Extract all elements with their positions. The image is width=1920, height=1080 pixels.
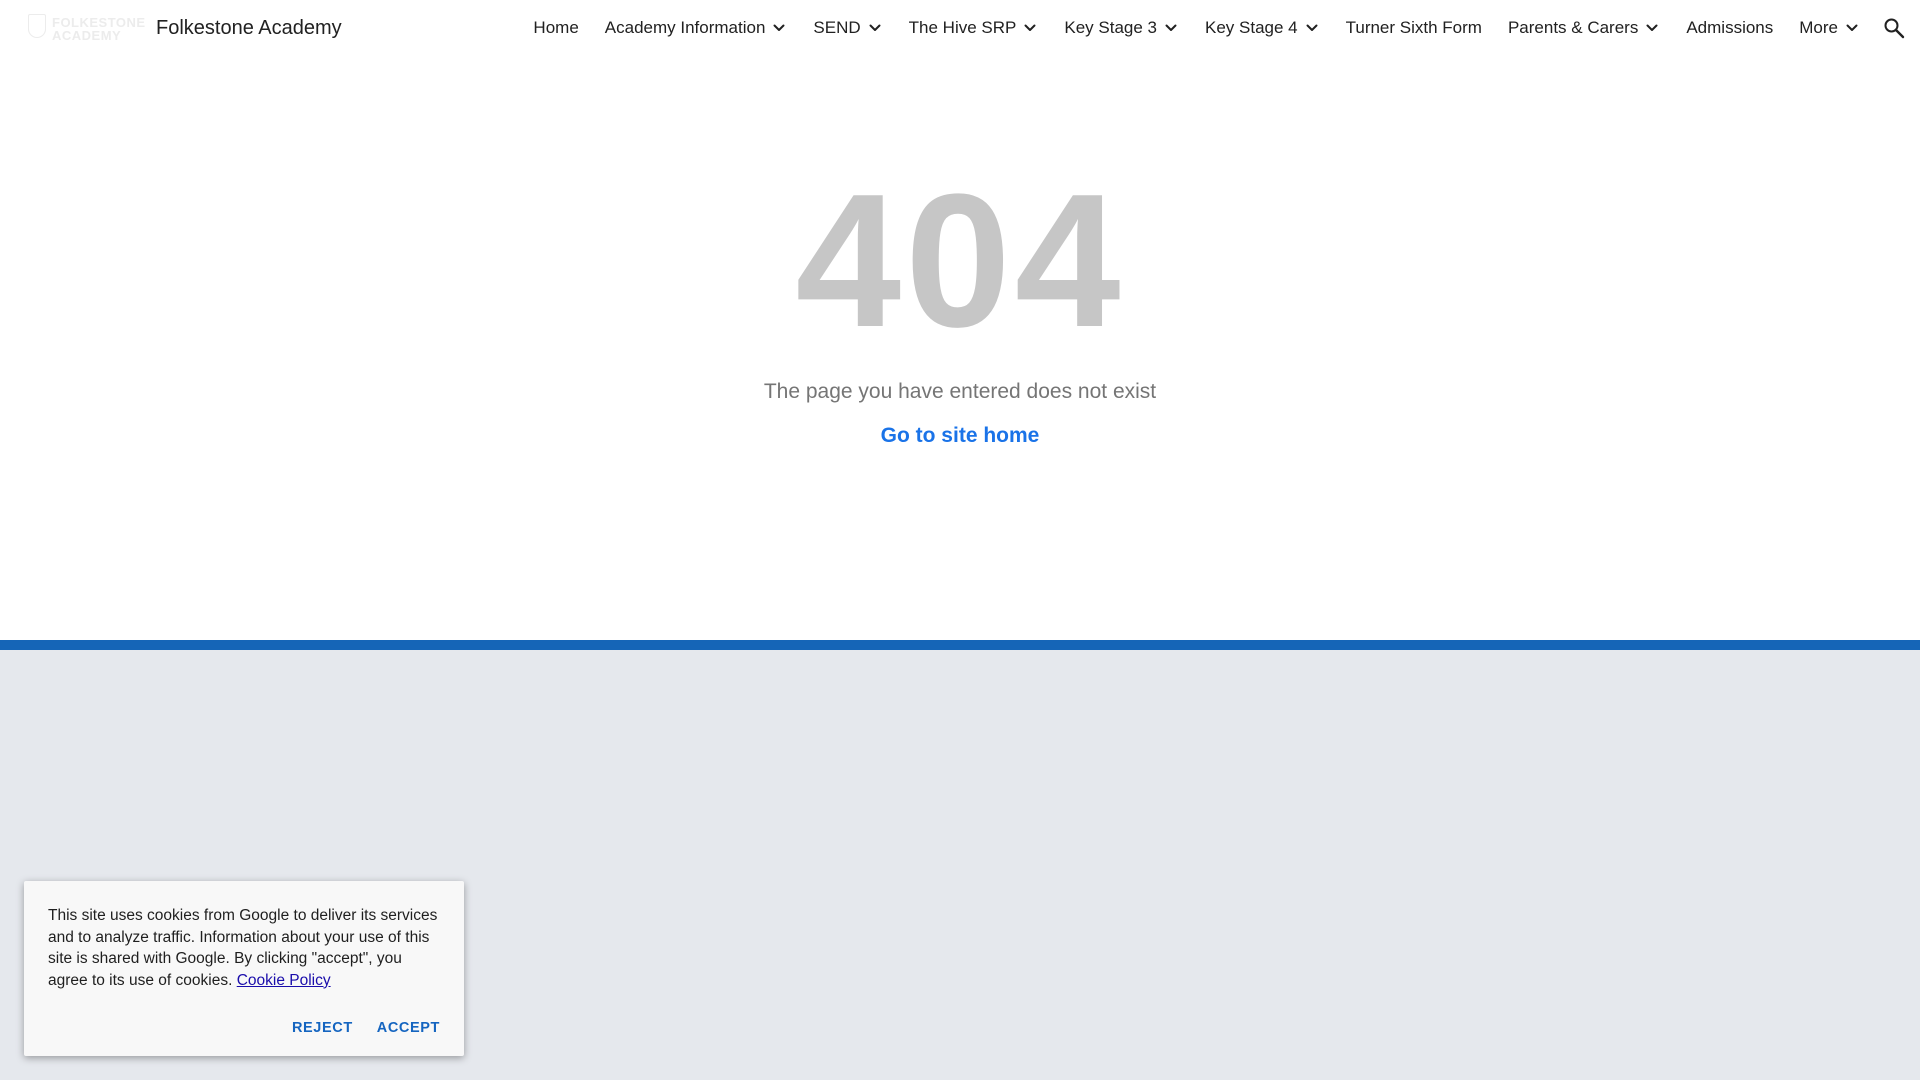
chevron-down-icon[interactable] — [867, 20, 883, 36]
nav-item-label: Academy Information — [604, 18, 766, 37]
page: FOLKESTONE ACADEMY Folkestone Academy Ho… — [0, 0, 1920, 1080]
cookie-dialog: This site uses cookies from Google to de… — [24, 881, 464, 1056]
nav-item-the-hive-srp[interactable]: The Hive SRP — [909, 18, 1039, 38]
site-title[interactable]: Folkestone Academy — [156, 14, 342, 42]
go-to-site-home-link[interactable]: Go to site home — [0, 424, 1920, 448]
nav-item-label: Home — [533, 18, 579, 37]
nav-item-label: The Hive SRP — [908, 18, 1017, 37]
reject-cookies-button[interactable]: REJECT — [284, 1014, 361, 1042]
nav-item-home[interactable]: Home — [533, 18, 578, 38]
nav-item-label: Admissions — [1686, 18, 1774, 37]
chevron-down-icon[interactable] — [1844, 20, 1860, 36]
chevron-down-icon[interactable] — [771, 20, 787, 36]
crest-icon — [28, 14, 46, 38]
nav-item-parents-carers[interactable]: Parents & Carers — [1508, 18, 1660, 38]
footer-accent-bar — [0, 640, 1920, 650]
nav-item-label: Key Stage 3 — [1064, 18, 1157, 37]
search-icon[interactable] — [1882, 16, 1906, 40]
nav-item-label: SEND — [813, 18, 861, 37]
main-nav: Home Academy Information SEND The Hive SRP K… — [507, 0, 1860, 56]
nav-item-more[interactable]: More — [1799, 18, 1860, 38]
site-header: FOLKESTONE ACADEMY Folkestone Academy Ho… — [0, 0, 1920, 56]
chevron-down-icon[interactable] — [1304, 20, 1320, 36]
site-logo[interactable]: FOLKESTONE ACADEMY — [28, 12, 145, 44]
cookie-actions: REJECT ACCEPT — [276, 1014, 448, 1042]
nav-item-label: Key Stage 4 — [1204, 18, 1298, 37]
chevron-down-icon[interactable] — [1644, 20, 1660, 36]
chevron-down-icon[interactable] — [1163, 20, 1179, 36]
main-content: 404 The page you have entered does not e… — [0, 56, 1920, 640]
nav-item-academy-information[interactable]: Academy Information — [605, 18, 788, 38]
error-message: The page you have entered does not exist — [763, 380, 1157, 403]
cookie-policy-link[interactable]: Cookie Policy — [237, 972, 331, 989]
accept-cookies-button[interactable]: ACCEPT — [369, 1014, 448, 1042]
error-code: 404 — [795, 155, 1125, 367]
nav-item-key-stage-3[interactable]: Key Stage 3 — [1064, 18, 1179, 38]
cookie-message: This site uses cookies from Google to de… — [48, 905, 440, 991]
nav-item-label: Parents & Carers — [1507, 18, 1639, 37]
logo-text-line2: ACADEMY — [52, 28, 122, 43]
nav-item-send[interactable]: SEND — [813, 18, 882, 38]
chevron-down-icon[interactable] — [1022, 20, 1038, 36]
nav-item-key-stage-4[interactable]: Key Stage 4 — [1205, 18, 1320, 38]
nav-item-turner-sixth-form[interactable]: Turner Sixth Form — [1346, 18, 1482, 38]
home-link-label[interactable]: Go to site home — [881, 424, 1040, 447]
nav-item-admissions[interactable]: Admissions — [1686, 18, 1773, 38]
nav-item-label: More — [1799, 18, 1838, 37]
nav-item-label: Turner Sixth Form — [1345, 18, 1482, 37]
